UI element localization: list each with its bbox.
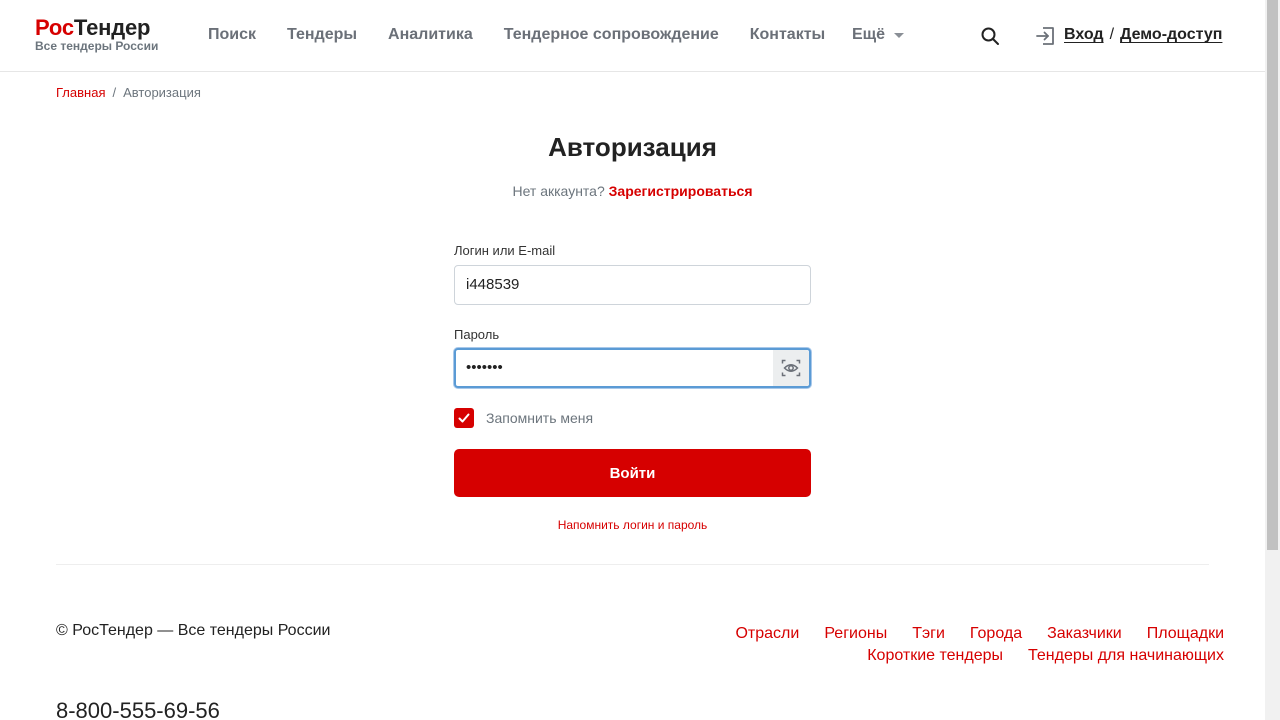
- footer-link-short-tenders[interactable]: Короткие тендеры: [867, 644, 1003, 668]
- password-input[interactable]: •••••••: [454, 348, 811, 388]
- footer-copyright: © РосТендер — Все тендеры России: [56, 622, 331, 639]
- footer-link-industries[interactable]: Отрасли: [735, 622, 799, 646]
- login-field-label: Логин или E-mail: [454, 243, 556, 258]
- register-link[interactable]: Зарегистрироваться: [609, 183, 753, 199]
- footer-link-tags[interactable]: Тэги: [912, 622, 945, 646]
- page-title: Авторизация: [548, 132, 717, 162]
- footer-link-beginner-tenders[interactable]: Тендеры для начинающих: [1028, 644, 1224, 668]
- nav-item-tender-support[interactable]: Тендерное сопровождение: [504, 25, 719, 45]
- logo-part-ros: Рос: [35, 15, 74, 40]
- nav-item-contacts[interactable]: Контакты: [750, 25, 825, 45]
- nav-item-analytics[interactable]: Аналитика: [388, 25, 473, 45]
- nav-more-dropdown[interactable]: Ещё: [852, 25, 905, 45]
- footer-phone[interactable]: 8-800-555-69-56: [56, 698, 220, 720]
- footer-link-customers[interactable]: Заказчики: [1047, 622, 1122, 646]
- login-link[interactable]: Вход: [1064, 25, 1104, 45]
- scrollbar-thumb[interactable]: [1267, 0, 1278, 550]
- auth-separator: /: [1109, 26, 1115, 43]
- nav-more-label: Ещё: [852, 26, 886, 43]
- footer-links: Отрасли Регионы Тэги Города Заказчики Пл…: [664, 622, 1224, 668]
- register-prompt: Нет аккаунта? Зарегистрироваться: [0, 183, 1265, 200]
- footer-divider: [56, 564, 1209, 565]
- checkmark-icon: [458, 413, 470, 423]
- eye-scan-icon: [781, 359, 801, 377]
- password-field-label: Пароль: [454, 327, 500, 342]
- page-scrollbar[interactable]: [1265, 0, 1280, 720]
- login-icon[interactable]: [1035, 25, 1057, 47]
- login-submit-button[interactable]: Войти: [454, 449, 811, 497]
- logo-tagline: Все тендеры России: [35, 39, 159, 53]
- logo-part-tender: Тендер: [73, 15, 151, 40]
- caret-down-icon: [894, 32, 905, 38]
- footer-links-row: Короткие тендеры Тендеры для начинающих: [664, 644, 1224, 668]
- remind-credentials-link[interactable]: Напомнить логин и пароль: [454, 518, 811, 532]
- breadcrumb-current: Авторизация: [123, 85, 201, 100]
- login-input[interactable]: i448539: [454, 265, 811, 305]
- footer-link-platforms[interactable]: Площадки: [1147, 622, 1224, 646]
- search-icon[interactable]: [980, 26, 1000, 46]
- breadcrumb-separator: /: [112, 85, 117, 100]
- footer-link-regions[interactable]: Регионы: [824, 622, 887, 646]
- footer-links-row: Отрасли Регионы Тэги Города Заказчики Пл…: [664, 622, 1224, 646]
- remember-me-checkbox[interactable]: [454, 408, 474, 428]
- breadcrumb-home-link[interactable]: Главная: [56, 85, 105, 101]
- main-nav: Поиск Тендеры Аналитика Тендерное сопров…: [208, 25, 856, 45]
- footer-link-cities[interactable]: Города: [970, 622, 1022, 646]
- breadcrumb: Главная / Авторизация: [56, 85, 201, 101]
- nav-item-tenders[interactable]: Тендеры: [287, 25, 357, 45]
- no-account-text: Нет аккаунта?: [512, 183, 605, 199]
- site-logo[interactable]: РосТендер Все тендеры России: [35, 16, 158, 53]
- logo-wordmark: РосТендер: [35, 16, 158, 40]
- demo-access-link[interactable]: Демо-доступ: [1120, 25, 1222, 45]
- auth-links: Вход / Демо-доступ: [1064, 25, 1222, 45]
- site-header: РосТендер Все тендеры России Поиск Тенде…: [0, 0, 1265, 72]
- nav-item-search[interactable]: Поиск: [208, 25, 256, 45]
- remember-me-label[interactable]: Запомнить меня: [486, 410, 593, 427]
- show-password-button[interactable]: [773, 350, 809, 386]
